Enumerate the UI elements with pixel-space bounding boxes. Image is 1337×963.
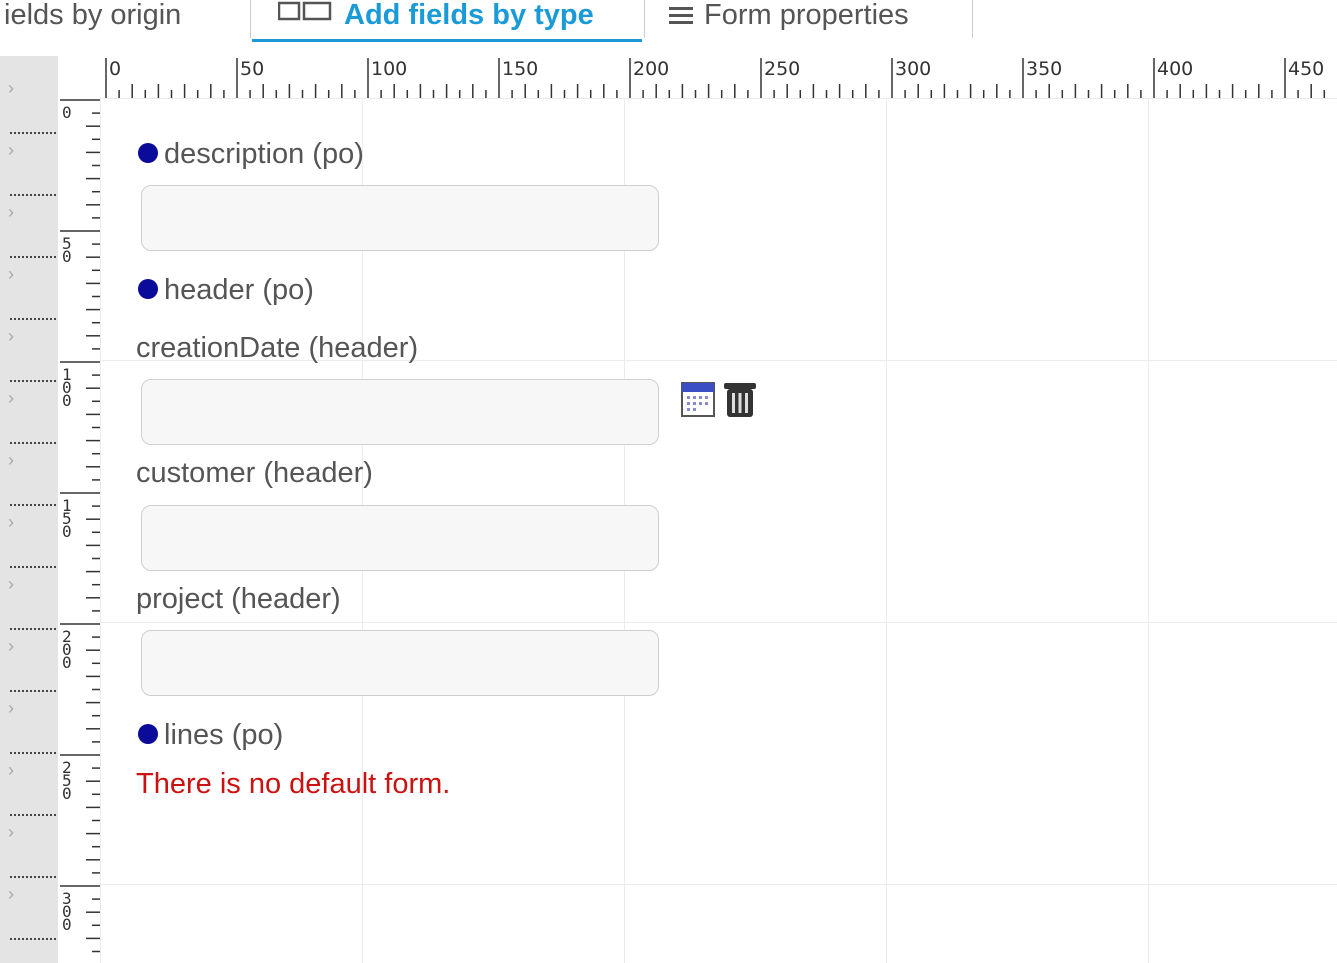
tab-divider (972, 0, 973, 38)
chevron-right-icon: › (8, 202, 14, 222)
chevron-right-icon: › (8, 760, 14, 780)
ruler-label: 0 (62, 103, 72, 122)
no-default-form-message: There is no default form. (136, 768, 451, 800)
ruler-label: 50 (240, 58, 265, 80)
chevron-right-icon: › (8, 140, 14, 160)
tab-fields-by-origin[interactable]: ields by origin (4, 0, 181, 42)
ruler-label: 0 (109, 58, 122, 80)
section-label: header (po) (164, 274, 314, 306)
ruler-label: 100 (371, 58, 408, 80)
tab-divider (644, 0, 645, 38)
creation-date-field[interactable] (141, 379, 659, 445)
dotted-guide (10, 194, 56, 196)
dotted-guide (10, 814, 56, 816)
field-label-project: project (header) (136, 583, 341, 615)
dotted-guide (10, 256, 56, 258)
project-field[interactable] (141, 630, 659, 696)
dotted-guide (10, 752, 56, 754)
dotted-guide (10, 442, 56, 444)
description-field[interactable] (141, 185, 659, 251)
chevron-right-icon: › (8, 512, 14, 532)
ruler-label: 450 (1288, 58, 1325, 80)
dotted-guide (10, 690, 56, 692)
ruler-label: 200 (62, 627, 72, 672)
field-label-creation-date: creationDate (header) (136, 332, 419, 364)
chevron-right-icon: › (8, 822, 14, 842)
ruler-label: 300 (895, 58, 932, 80)
tab-label: Form properties (704, 0, 909, 31)
trash-icon[interactable] (722, 380, 758, 418)
dotted-guide (10, 318, 56, 320)
dotted-guide (10, 876, 56, 878)
customer-field[interactable] (141, 505, 659, 571)
ruler-label: 150 (62, 496, 72, 541)
ruler-label: 350 (1026, 58, 1063, 80)
ruler-label: 50 (62, 234, 72, 266)
add-field-icon (277, 0, 334, 39)
section-label: lines (po) (164, 719, 284, 751)
ruler-label: 200 (633, 58, 670, 80)
ruler-label: 150 (502, 58, 539, 80)
tab-divider (250, 0, 251, 38)
vertical-ruler: 0 50 100 150 200 250 300 (58, 98, 101, 963)
tab-form-properties[interactable]: Form properties (668, 0, 909, 42)
section-lines[interactable]: lines (po) (138, 719, 283, 752)
horizontal-ruler: 0 50 100 150 200 250 300 350 400 450 (58, 56, 1337, 99)
bullet-icon (138, 279, 158, 300)
tab-bar: ields by origin Add fields by type Form … (0, 0, 1337, 46)
ruler-label: 400 (1157, 58, 1194, 80)
dotted-guide (10, 504, 56, 506)
ruler-label: 250 (62, 758, 72, 803)
calendar-icon[interactable] (680, 380, 716, 418)
chevron-right-icon: › (8, 574, 14, 594)
chevron-right-icon: › (8, 636, 14, 656)
ruler-label: 300 (62, 889, 72, 934)
side-strip: › › › › › › › › › › › › › › (0, 56, 58, 963)
dotted-guide (10, 132, 56, 134)
bullet-icon (138, 143, 158, 164)
dotted-guide (10, 380, 56, 382)
chevron-right-icon: › (8, 326, 14, 346)
dotted-guide (10, 628, 56, 630)
field-label-customer: customer (header) (136, 457, 373, 489)
tab-add-fields-by-type[interactable]: Add fields by type (252, 0, 642, 42)
chevron-right-icon: › (8, 450, 14, 470)
dotted-guide (10, 938, 56, 940)
chevron-right-icon: › (8, 388, 14, 408)
chevron-right-icon: › (8, 884, 14, 904)
bullet-icon (138, 724, 158, 745)
section-label: description (po) (164, 138, 364, 170)
dotted-guide (10, 566, 56, 568)
chevron-right-icon: › (8, 78, 14, 98)
form-properties-icon (668, 0, 694, 39)
chevron-right-icon: › (8, 264, 14, 284)
section-header[interactable]: header (po) (138, 274, 314, 307)
tab-label: Add fields by type (344, 0, 594, 31)
section-description[interactable]: description (po) (138, 138, 364, 171)
chevron-right-icon: › (8, 698, 14, 718)
tab-label: ields by origin (4, 0, 182, 31)
ruler-label: 100 (62, 365, 72, 410)
ruler-label: 250 (764, 58, 801, 80)
